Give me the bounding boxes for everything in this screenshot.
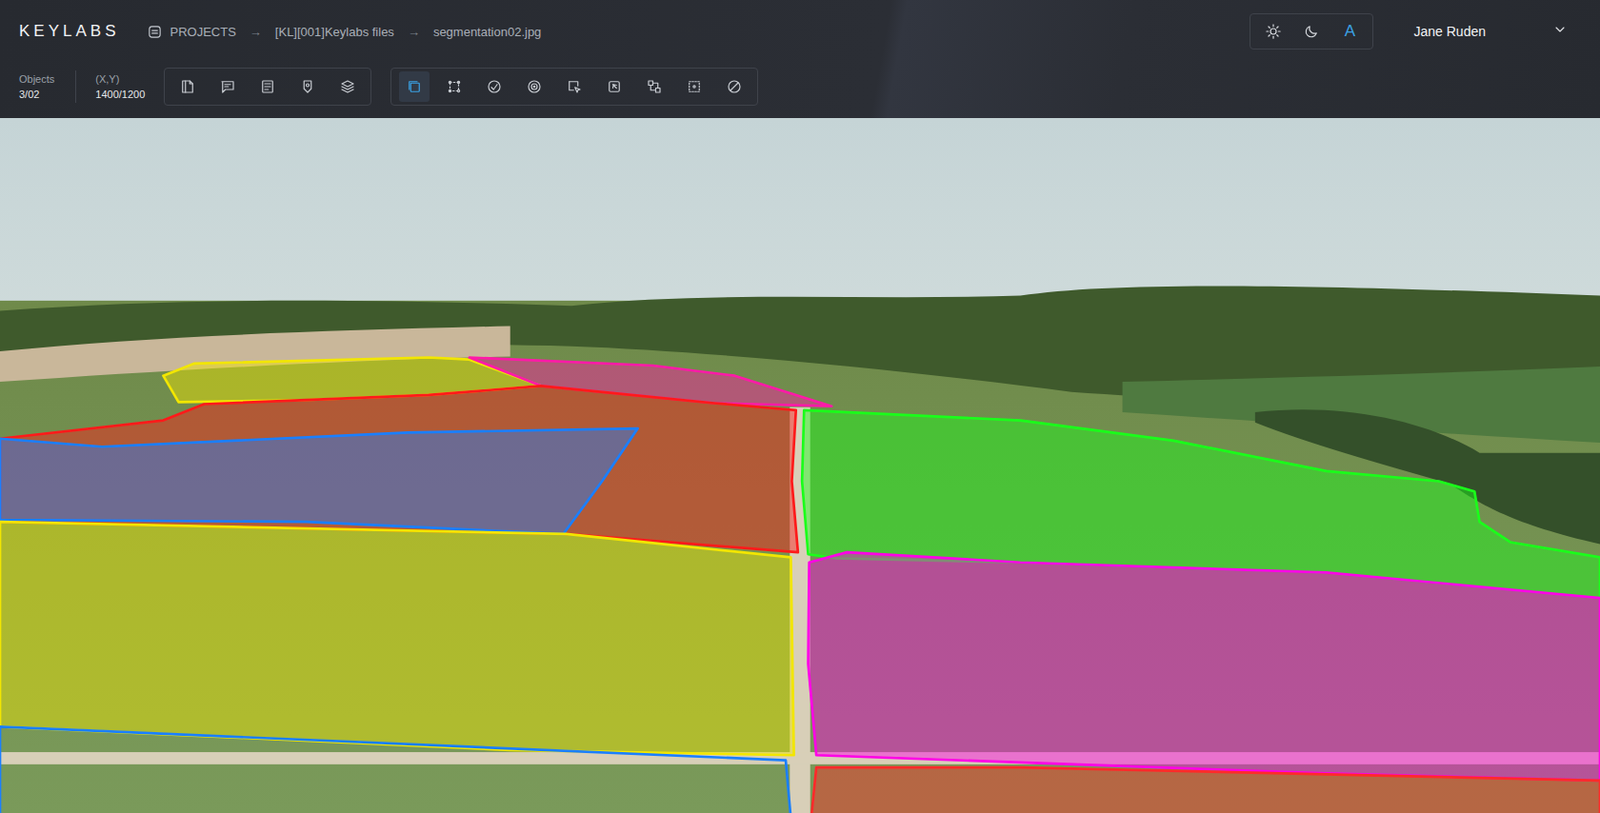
tool-button[interactable] [212, 71, 243, 102]
magic-select-icon [605, 78, 623, 96]
theme-button[interactable]: A [1334, 17, 1365, 46]
annotation-polygon[interactable] [811, 767, 1600, 813]
tool-button[interactable] [679, 71, 710, 102]
annotation-polygon[interactable] [0, 428, 639, 535]
tool-button[interactable] [399, 71, 430, 102]
breadcrumb-separator: → [407, 24, 420, 40]
annotation-polygon[interactable] [808, 552, 1600, 781]
breadcrumb-item[interactable]: [KL][001]Keylabs files [275, 24, 395, 40]
copy-box-icon [405, 78, 423, 96]
tool-bar: Objects 3/02 (X,Y) 1400/1200 [0, 59, 1600, 119]
breadcrumb-label: segmentation02.jpg [433, 24, 541, 40]
stat-value: 1400/1200 [95, 88, 145, 100]
tool-button[interactable] [599, 71, 630, 102]
tool-button[interactable] [332, 71, 363, 102]
theme-button[interactable] [1296, 17, 1327, 46]
stat-label: (X,Y) [95, 73, 145, 85]
tool-button[interactable] [252, 71, 283, 102]
tool-group [163, 67, 372, 106]
theme-button[interactable] [1258, 17, 1289, 46]
target-icon [525, 78, 543, 96]
list-icon [259, 78, 277, 96]
select-cursor-icon [565, 78, 583, 96]
stat-value: 3/02 [19, 88, 55, 100]
tool-group [390, 67, 759, 106]
user-name[interactable]: Jane Ruden [1413, 23, 1486, 40]
user-menu-toggle[interactable] [1552, 21, 1568, 41]
tag-icon [299, 78, 317, 96]
keylabs-logo[interactable]: KEYLABS [19, 21, 120, 41]
region-icon [685, 78, 703, 96]
annotation-polygon[interactable] [0, 726, 791, 813]
toolbar-header: KEYLABS PROJECTS → [KL][001]Keylabs files → s… [0, 0, 1600, 119]
stat-label: Objects [19, 73, 55, 85]
comment-icon [219, 78, 237, 96]
page-icon [179, 78, 197, 96]
breadcrumb-separator: → [249, 24, 262, 40]
theme-switcher: A [1249, 13, 1374, 50]
tool-button[interactable] [172, 71, 203, 102]
image-canvas[interactable] [0, 118, 1600, 813]
tool-button[interactable] [439, 71, 470, 102]
annotation-polygon[interactable] [0, 521, 795, 756]
stat: Objects 3/02 [19, 70, 77, 103]
bounding-box-icon [445, 78, 463, 96]
layers-icon [339, 78, 357, 96]
stat: (X,Y) 1400/1200 [76, 73, 145, 100]
chevron-down-icon [1552, 21, 1568, 38]
field-photo[interactable] [0, 118, 1600, 813]
top-bar: KEYLABS PROJECTS → [KL][001]Keylabs files → s… [0, 0, 1600, 60]
tool-button[interactable] [559, 71, 590, 102]
tool-button[interactable] [519, 71, 550, 102]
breadcrumb-label: PROJECTS [170, 24, 237, 40]
breadcrumb-label: [KL][001]Keylabs files [275, 24, 395, 40]
tool-button[interactable] [479, 71, 510, 102]
breadcrumb-item[interactable]: segmentation02.jpg [433, 24, 541, 40]
breadcrumb: PROJECTS → [KL][001]Keylabs files → segmenta… [146, 23, 542, 40]
erase-icon [725, 78, 743, 96]
moon-icon [1302, 22, 1320, 40]
tool-button[interactable] [719, 71, 750, 102]
project-list-icon [146, 23, 163, 40]
tool-button[interactable] [639, 71, 670, 102]
polygon-check-icon [485, 78, 503, 96]
tool-button[interactable] [292, 71, 323, 102]
sun-icon [1264, 22, 1282, 40]
breadcrumb-item[interactable]: PROJECTS [146, 23, 237, 40]
connect-icon [645, 78, 663, 96]
